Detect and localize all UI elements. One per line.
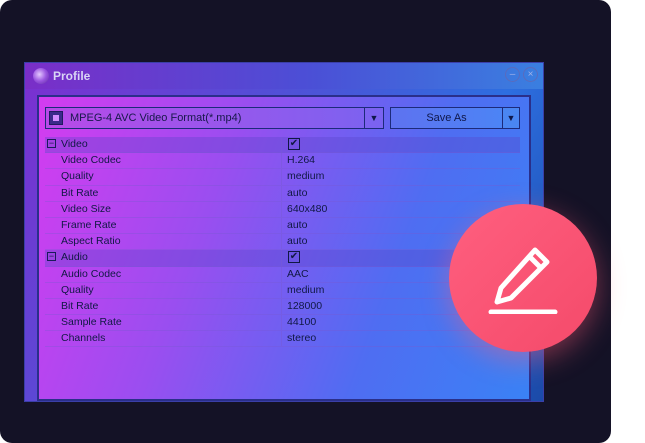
column-divider <box>281 266 282 282</box>
property-name: Audio Codec <box>61 267 122 280</box>
audio-enabled-checkbox[interactable]: ✔ <box>288 251 300 264</box>
title-bar[interactable]: Profile – × <box>25 63 543 89</box>
property-row[interactable]: Video Codec H.264 <box>45 153 520 170</box>
property-value[interactable]: 128000 <box>287 300 322 312</box>
property-name: Aspect Ratio <box>61 235 121 248</box>
property-name: Sample Rate <box>61 316 122 329</box>
property-name: Video Size <box>61 202 112 215</box>
property-name: Bit Rate <box>61 186 99 199</box>
video-format-icon <box>49 111 63 125</box>
property-value[interactable]: medium <box>287 284 324 296</box>
format-select[interactable]: MPEG-4 AVC Video Format(*.mp4) ▼ <box>45 107 384 129</box>
collapse-icon[interactable]: − <box>47 252 56 262</box>
format-select-value: MPEG-4 AVC Video Format(*.mp4) <box>70 112 242 124</box>
property-grid: − Video ✔ Video Codec H.264 Quality medium… <box>45 137 520 348</box>
save-as-dropdown-button[interactable]: ▼ <box>502 107 520 129</box>
window-title: Profile <box>53 69 91 83</box>
property-value[interactable]: H.264 <box>287 154 315 166</box>
property-value[interactable]: stereo <box>287 332 316 344</box>
column-divider <box>281 298 282 315</box>
property-row[interactable]: Video Size 640x480 <box>45 201 520 218</box>
profile-disc-icon <box>33 68 49 84</box>
property-row[interactable]: Aspect Ratio auto <box>45 234 520 251</box>
property-name: Channels <box>61 332 106 345</box>
property-value[interactable]: medium <box>287 170 324 182</box>
property-name: Bit Rate <box>61 299 99 312</box>
minimize-icon[interactable]: – <box>505 67 520 82</box>
property-value[interactable]: AAC <box>287 268 309 280</box>
group-audio[interactable]: − Audio ✔ <box>45 250 520 267</box>
pencil-icon <box>488 247 558 314</box>
video-enabled-checkbox[interactable]: ✔ <box>288 138 300 150</box>
property-row[interactable]: Bit Rate auto <box>45 185 520 202</box>
close-icon[interactable]: × <box>523 67 538 82</box>
property-value[interactable]: auto <box>287 235 307 247</box>
group-label: Video <box>61 138 88 150</box>
column-divider <box>281 282 282 298</box>
column-divider <box>281 169 282 185</box>
property-name: Frame Rate <box>61 218 117 231</box>
group-label: Audio <box>61 251 88 264</box>
chevron-down-icon[interactable]: ▼ <box>364 108 383 128</box>
property-name: Quality <box>61 283 94 296</box>
property-row[interactable]: Bit Rate 128000 <box>45 298 520 316</box>
property-value[interactable]: auto <box>287 187 307 199</box>
group-video[interactable]: − Video ✔ <box>45 137 520 154</box>
property-value[interactable]: 44100 <box>287 316 316 328</box>
column-divider <box>281 234 282 250</box>
property-row[interactable]: Channels stereo <box>45 331 520 348</box>
property-row[interactable]: Frame Rate auto <box>45 217 520 235</box>
property-name: Video Codec <box>61 154 121 167</box>
edit-profile-button[interactable] <box>449 204 597 352</box>
column-divider <box>281 137 282 153</box>
column-divider <box>281 331 282 347</box>
property-row[interactable]: Quality medium <box>45 169 520 186</box>
column-divider <box>281 250 282 266</box>
property-value[interactable]: 640x480 <box>287 203 327 215</box>
save-as-button[interactable]: Save As <box>390 107 503 129</box>
property-name: Quality <box>61 170 94 183</box>
column-divider <box>281 153 282 169</box>
property-value[interactable]: auto <box>287 219 307 231</box>
column-divider <box>281 185 282 201</box>
column-divider <box>281 217 282 234</box>
column-divider <box>281 201 282 217</box>
collapse-icon[interactable]: − <box>47 139 56 148</box>
property-row[interactable]: Sample Rate 44100 <box>45 315 520 332</box>
column-divider <box>281 315 282 331</box>
